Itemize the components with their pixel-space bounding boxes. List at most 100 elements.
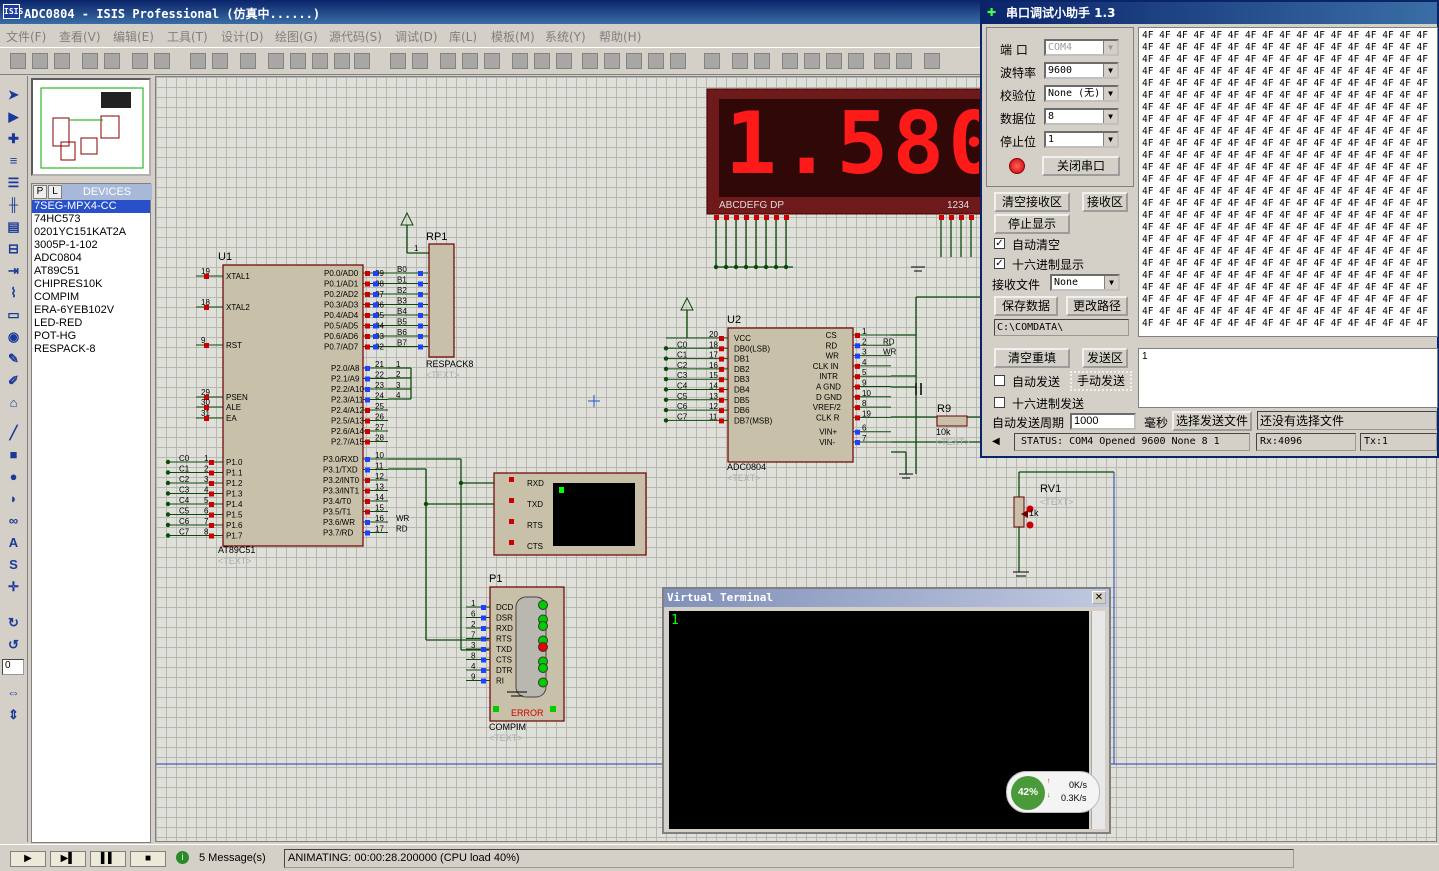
menu-item-4[interactable]: 设计(D) xyxy=(221,28,264,45)
toolbar-icon-22[interactable] xyxy=(556,53,572,69)
overview-window[interactable] xyxy=(31,78,151,176)
toolbar-icon-1[interactable] xyxy=(32,53,48,69)
generator-icon[interactable]: ◉ xyxy=(5,328,22,345)
menu-item-10[interactable]: 系统(Y) xyxy=(545,28,586,45)
toolbar-icon-25[interactable] xyxy=(626,53,642,69)
toolbar-icon-37[interactable] xyxy=(924,53,940,69)
manual-send-button[interactable]: 手动发送 xyxy=(1070,371,1132,391)
menu-item-1[interactable]: 查看(V) xyxy=(59,28,101,45)
device-item[interactable]: LED-RED xyxy=(32,317,150,330)
recv-hex-area[interactable]: 4F 4F 4F 4F 4F 4F 4F 4F 4F 4F 4F 4F 4F 4… xyxy=(1138,27,1438,337)
toolbar-icon-20[interactable] xyxy=(512,53,528,69)
device-item[interactable]: ERA-6YEB102V xyxy=(32,304,150,317)
rotate-ccw-icon[interactable]: ↺ xyxy=(5,636,22,653)
toolbar-icon-11[interactable] xyxy=(290,53,306,69)
menu-item-6[interactable]: 源代码(S) xyxy=(329,28,382,45)
save-path-field[interactable]: C:\COMDATA\ xyxy=(994,319,1129,336)
label-icon[interactable]: ≡ xyxy=(5,152,22,169)
choose-file-button[interactable]: 选择发送文件 xyxy=(1172,411,1252,431)
toolbar-icon-31[interactable] xyxy=(782,53,798,69)
toolbar-icon-10[interactable] xyxy=(268,53,284,69)
send-text-area[interactable]: 1 xyxy=(1138,348,1438,408)
change-path-button[interactable]: 更改路径 xyxy=(1066,296,1128,316)
text-icon[interactable]: A xyxy=(5,534,22,551)
toolbar-icon-23[interactable] xyxy=(582,53,598,69)
symbol-icon[interactable]: S xyxy=(5,556,22,573)
messages-count[interactable]: 5 Message(s) xyxy=(199,852,266,864)
auto-clear-checkbox[interactable]: ✓ xyxy=(994,238,1005,249)
subcircuit-icon[interactable]: ▤ xyxy=(5,218,22,235)
toolbar-icon-36[interactable] xyxy=(896,53,912,69)
toolbar-icon-3[interactable] xyxy=(82,53,98,69)
toolbar-icon-7[interactable] xyxy=(190,53,206,69)
menu-item-11[interactable]: 帮助(H) xyxy=(599,28,641,45)
stop-button[interactable]: ■ xyxy=(130,851,166,867)
pick-devices-button[interactable]: P xyxy=(33,185,47,199)
component-mode-icon[interactable]: ▶ xyxy=(5,108,22,125)
toolbar-icon-32[interactable] xyxy=(804,53,820,69)
stopbits-select[interactable]: 1 ▼ xyxy=(1044,131,1119,148)
toolbar-icon-19[interactable] xyxy=(484,53,500,69)
recv-file-select[interactable]: None ▼ xyxy=(1050,274,1120,291)
toolbar-icon-24[interactable] xyxy=(604,53,620,69)
databits-select[interactable]: 8 ▼ xyxy=(1044,108,1119,125)
device-item[interactable]: ADC0804 xyxy=(32,252,150,265)
virtual-instrument-icon[interactable]: ⌂ xyxy=(5,394,22,411)
device-item[interactable]: POT-HG xyxy=(32,330,150,343)
toolbar-icon-12[interactable] xyxy=(312,53,328,69)
tape-icon[interactable]: ▭ xyxy=(5,306,22,323)
rotation-field[interactable]: 0 xyxy=(2,659,24,675)
mirror-vertical-icon[interactable]: ⇕ xyxy=(5,706,22,723)
toolbar-icon-6[interactable] xyxy=(154,53,170,69)
clear-resend-button[interactable]: 清空重填 xyxy=(994,348,1070,368)
text-script-icon[interactable]: ☰ xyxy=(5,174,22,191)
toolbar-icon-35[interactable] xyxy=(874,53,890,69)
device-item[interactable]: COMPIM xyxy=(32,291,150,304)
toolbar-icon-30[interactable] xyxy=(754,53,770,69)
menu-item-9[interactable]: 模板(M) xyxy=(491,28,535,45)
toolbar-icon-16[interactable] xyxy=(412,53,428,69)
toolbar-icon-26[interactable] xyxy=(648,53,664,69)
menu-item-0[interactable]: 文件(F) xyxy=(6,28,46,45)
virtual-terminal-window[interactable]: Virtual Terminal ✕ 1 42% ↑ ↓ 0K/s 0.3K/s xyxy=(662,587,1111,834)
hex-send-checkbox[interactable] xyxy=(994,397,1005,408)
device-item[interactable]: 0201YC151KAT2A xyxy=(32,226,150,239)
toolbar-icon-34[interactable] xyxy=(848,53,864,69)
menu-item-5[interactable]: 绘图(G) xyxy=(275,28,318,45)
device-item[interactable]: CHIPRES10K xyxy=(32,278,150,291)
box-icon[interactable]: ■ xyxy=(5,446,22,463)
toolbar-icon-4[interactable] xyxy=(104,53,120,69)
graph-icon[interactable]: ⌇ xyxy=(5,284,22,301)
mirror-horizontal-icon[interactable]: ⇔ xyxy=(5,684,22,701)
clear-recv-button[interactable]: 清空接收区 xyxy=(994,192,1070,212)
toolbar-icon-2[interactable] xyxy=(54,53,70,69)
recv-area-button[interactable]: 接收区 xyxy=(1082,192,1128,212)
toolbar-icon-5[interactable] xyxy=(132,53,148,69)
selection-mode-icon[interactable]: ➤ xyxy=(5,86,22,103)
send-area-button[interactable]: 发送区 xyxy=(1082,348,1128,368)
device-item[interactable]: RESPACK-8 xyxy=(32,343,150,356)
close-port-button[interactable]: 关闭串口 xyxy=(1042,156,1120,176)
device-item[interactable]: 3005P-1-102 xyxy=(32,239,150,252)
arc-icon[interactable]: ◗ xyxy=(5,490,22,507)
line-icon[interactable]: ╱ xyxy=(5,424,22,441)
toolbar-icon-13[interactable] xyxy=(334,53,350,69)
toolbar-icon-15[interactable] xyxy=(390,53,406,69)
play-button[interactable]: ▶ xyxy=(10,851,46,867)
menu-item-3[interactable]: 工具(T) xyxy=(167,28,208,45)
toolbar-icon-0[interactable] xyxy=(10,53,26,69)
bus-icon[interactable]: ╫ xyxy=(5,196,22,213)
toolbar-icon-9[interactable] xyxy=(240,53,256,69)
toolbar-icon-17[interactable] xyxy=(440,53,456,69)
save-data-button[interactable]: 保存数据 xyxy=(994,296,1058,316)
current-probe-icon[interactable]: ✐ xyxy=(5,372,22,389)
auto-send-checkbox[interactable] xyxy=(994,375,1005,386)
hex-display-checkbox[interactable]: ✓ xyxy=(994,258,1005,269)
toolbar-icon-27[interactable] xyxy=(670,53,686,69)
voltage-probe-icon[interactable]: ✎ xyxy=(5,350,22,367)
menu-item-7[interactable]: 调试(D) xyxy=(395,28,438,45)
marker-icon[interactable]: ✛ xyxy=(5,578,22,595)
device-item[interactable]: 74HC573 xyxy=(32,213,150,226)
toolbar-icon-28[interactable] xyxy=(704,53,720,69)
pause-button[interactable]: ▌▌ xyxy=(90,851,126,867)
